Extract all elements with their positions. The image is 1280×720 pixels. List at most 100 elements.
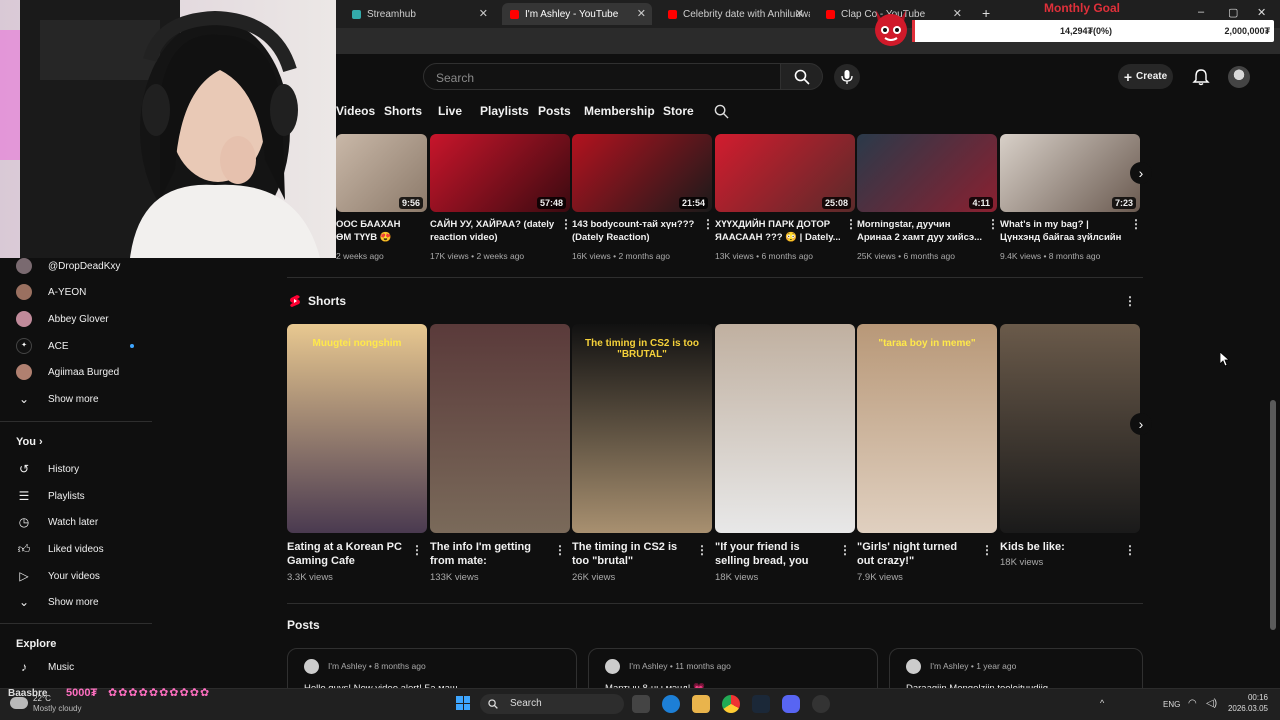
tab-youtube-ashley[interactable]: I'm Ashley - YouTube ✕: [502, 3, 652, 25]
video-title[interactable]: Morningstar, дуучин Аринаа 2 хамт дуу хи…: [857, 218, 983, 244]
sidebar-item-liked-videos[interactable]: 👍︎ Liked videos: [16, 539, 104, 559]
account-avatar[interactable]: [1228, 66, 1250, 88]
video-title[interactable]: What's in my bag? | Цүнхэнд байгаа зүйлс…: [1000, 218, 1126, 244]
short-thumbnail[interactable]: Muugtei nongshim: [287, 324, 427, 533]
system-tray-chevron-icon[interactable]: ^: [1100, 698, 1104, 708]
sidebar-sub-ace[interactable]: ✦ ACE: [16, 336, 134, 356]
short-title[interactable]: "If your friend is selling bread, you sh…: [715, 540, 833, 568]
sidebar-show-more-subscriptions[interactable]: ⌄ Show more: [16, 389, 99, 409]
sidebar-show-more-you[interactable]: ⌄ Show more: [16, 592, 99, 612]
obs-icon[interactable]: [812, 695, 830, 713]
short-more-menu-icon[interactable]: ⋮: [554, 543, 566, 557]
videos-next-arrow[interactable]: ›: [1130, 162, 1152, 184]
channel-search-icon[interactable]: [714, 104, 729, 119]
short-more-menu-icon[interactable]: ⋮: [696, 543, 708, 557]
video-thumbnail[interactable]: 4:11: [857, 134, 997, 212]
clock-time[interactable]: 00:16: [1222, 693, 1268, 702]
video-thumbnail[interactable]: 21:54: [572, 134, 712, 212]
video-title[interactable]: САЙН УУ, ХАЙРАА? (dately reaction video): [430, 218, 556, 244]
video-thumbnail[interactable]: 7:23: [1000, 134, 1140, 212]
steam-icon[interactable]: [752, 695, 770, 713]
sidebar-sub-dropdeadkxy[interactable]: @DropDeadKxy: [16, 256, 120, 276]
tab-videos[interactable]: Videos: [336, 104, 375, 118]
wifi-icon[interactable]: ◠: [1188, 698, 1197, 709]
tab-membership[interactable]: Membership: [584, 104, 655, 118]
video-duration: 4:11: [969, 197, 993, 209]
short-thumbnail[interactable]: [1000, 324, 1140, 533]
video-more-menu-icon[interactable]: ⋮: [845, 217, 857, 231]
minimize-button[interactable]: –: [1198, 6, 1204, 18]
tab-posts[interactable]: Posts: [538, 104, 571, 118]
goal-progress-fill: [912, 20, 915, 42]
video-thumbnail[interactable]: 25:08: [715, 134, 855, 212]
voice-search-button[interactable]: [834, 64, 860, 90]
sidebar-item-label: Agiimaa Burged: [48, 366, 120, 378]
volume-icon[interactable]: ◁): [1206, 698, 1217, 709]
notifications-bell-icon[interactable]: [1192, 68, 1210, 86]
edge-browser-icon[interactable]: [662, 695, 680, 713]
short-title[interactable]: The info I'm getting from mate:: [430, 540, 548, 568]
tab-live[interactable]: Live: [438, 104, 462, 118]
short-title[interactable]: "Girls' night turned out crazy!": [857, 540, 975, 568]
chrome-icon[interactable]: [722, 695, 740, 713]
new-tab-button[interactable]: +: [982, 5, 990, 21]
sidebar-item-music[interactable]: ♪ Music: [16, 657, 74, 677]
tab-streamhub[interactable]: Streamhub ✕: [344, 3, 494, 25]
sidebar-item-label: A-YEON: [48, 286, 87, 298]
short-more-menu-icon[interactable]: ⋮: [981, 543, 993, 557]
tab-celebrity-date[interactable]: Celebrity date with Anhiluuwan ✕: [660, 3, 810, 25]
video-title[interactable]: ХҮҮХДИЙН ПАРК ДОТОР ЯААСААН ??? 😳 | Date…: [715, 218, 841, 244]
short-thumbnail[interactable]: The timing in CS2 is too "BRUTAL": [572, 324, 712, 533]
close-icon[interactable]: ✕: [637, 7, 646, 20]
page-scrollbar[interactable]: [1270, 400, 1276, 630]
discord-icon[interactable]: [782, 695, 800, 713]
tab-store[interactable]: Store: [663, 104, 694, 118]
language-indicator[interactable]: ENG: [1163, 700, 1180, 709]
tab-playlists[interactable]: Playlists: [480, 104, 529, 118]
sidebar-sub-agiimaa-burged[interactable]: Agiimaa Burged: [16, 362, 119, 382]
short-thumbnail[interactable]: "taraa boy in meme": [857, 324, 997, 533]
short-title[interactable]: Eating at a Korean PC Gaming Cafe: [287, 540, 405, 568]
sidebar-you-header[interactable]: You ›: [16, 436, 43, 448]
shorts-more-menu-icon[interactable]: ⋮: [1124, 294, 1136, 308]
weather-text[interactable]: Mostly cloudy: [33, 704, 81, 713]
create-button[interactable]: + Create: [1118, 64, 1173, 89]
windows-start-icon[interactable]: [456, 696, 470, 710]
tab-shorts[interactable]: Shorts: [384, 104, 422, 118]
sidebar-item-your-videos[interactable]: ▷ Your videos: [16, 566, 100, 586]
video-more-menu-icon[interactable]: ⋮: [1130, 217, 1142, 231]
close-window-button[interactable]: ✕: [1257, 6, 1266, 19]
close-icon[interactable]: ✕: [953, 7, 962, 20]
sidebar-item-playlists[interactable]: ☰ Playlists: [16, 486, 85, 506]
shorts-next-arrow[interactable]: ›: [1130, 413, 1152, 435]
sidebar-item-watch-later[interactable]: ◷ Watch later: [16, 512, 98, 532]
video-more-menu-icon[interactable]: ⋮: [987, 217, 999, 231]
taskbar-search[interactable]: Search: [480, 694, 624, 714]
short-more-menu-icon[interactable]: ⋮: [839, 543, 851, 557]
video-thumbnail[interactable]: 9:56: [336, 134, 427, 212]
search-input[interactable]: Search: [423, 63, 781, 90]
clock-date[interactable]: 2026.03.05: [1222, 704, 1268, 713]
webcam-overlay: [0, 0, 336, 258]
sidebar-item-label: Liked videos: [48, 543, 104, 555]
search-button[interactable]: [781, 63, 823, 90]
file-explorer-icon[interactable]: [692, 695, 710, 713]
sidebar-item-history[interactable]: ↺ History: [16, 459, 79, 479]
short-more-menu-icon[interactable]: ⋮: [411, 543, 423, 557]
task-view-icon[interactable]: [632, 695, 650, 713]
short-title[interactable]: The timing in CS2 is too "brutal": [572, 540, 690, 568]
short-more-menu-icon[interactable]: ⋮: [1124, 543, 1136, 557]
video-title[interactable]: ООС БААХАН ӨМ ТҮҮВ 😍: [336, 218, 416, 244]
video-thumbnail[interactable]: 57:48: [430, 134, 570, 212]
short-thumbnail[interactable]: [715, 324, 855, 533]
video-duration: 7:23: [1111, 197, 1136, 209]
video-title[interactable]: 143 bodycount-тай хүн??? (Dately Reactio…: [572, 218, 698, 244]
short-thumbnail[interactable]: [430, 324, 570, 533]
close-icon[interactable]: ✕: [479, 7, 488, 20]
maximize-button[interactable]: ▢: [1228, 6, 1238, 19]
video-more-menu-icon[interactable]: ⋮: [560, 217, 572, 231]
sidebar-sub-a-yeon[interactable]: A-YEON: [16, 282, 86, 302]
sidebar-sub-abbey-glover[interactable]: Abbey Glover: [16, 309, 109, 329]
video-more-menu-icon[interactable]: ⋮: [702, 217, 714, 231]
close-icon[interactable]: ✕: [795, 7, 804, 20]
